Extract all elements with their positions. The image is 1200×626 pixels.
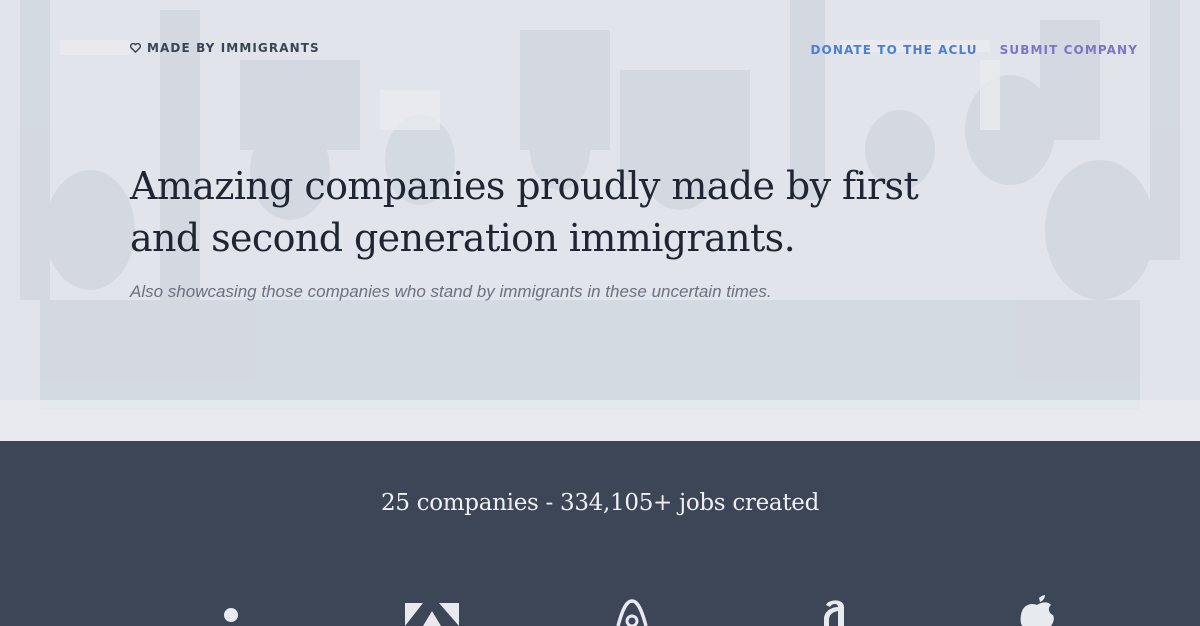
instagram-logo-icon[interactable]	[220, 595, 242, 626]
hero-headline: Amazing companies proudly made by first …	[130, 164, 919, 260]
hero-subline: Also showcasing those companies who stan…	[130, 282, 772, 301]
hero-section: MADE BY IMMIGRANTS DONATE TO THE ACLU SU…	[0, 0, 1200, 441]
submit-company-link[interactable]: SUBMIT COMPANY	[1000, 43, 1138, 57]
amazon-logo-icon[interactable]	[820, 595, 852, 626]
company-logos-row	[0, 595, 1200, 626]
brand-logo-link[interactable]: MADE BY IMMIGRANTS	[130, 41, 320, 55]
top-navigation: MADE BY IMMIGRANTS DONATE TO THE ACLU SU…	[0, 0, 1200, 100]
donate-aclu-link[interactable]: DONATE TO THE ACLU	[810, 43, 977, 57]
airbnb-logo-icon[interactable]	[612, 595, 652, 626]
apple-logo-icon[interactable]	[1015, 595, 1059, 626]
adobe-logo-icon[interactable]	[405, 595, 459, 626]
header-nav: DONATE TO THE ACLU SUBMIT COMPANY	[810, 43, 1138, 57]
stats-summary: 25 companies - 334,105+ jobs created	[380, 490, 819, 516]
brand-label: MADE BY IMMIGRANTS	[147, 41, 320, 55]
heart-icon	[130, 43, 141, 53]
